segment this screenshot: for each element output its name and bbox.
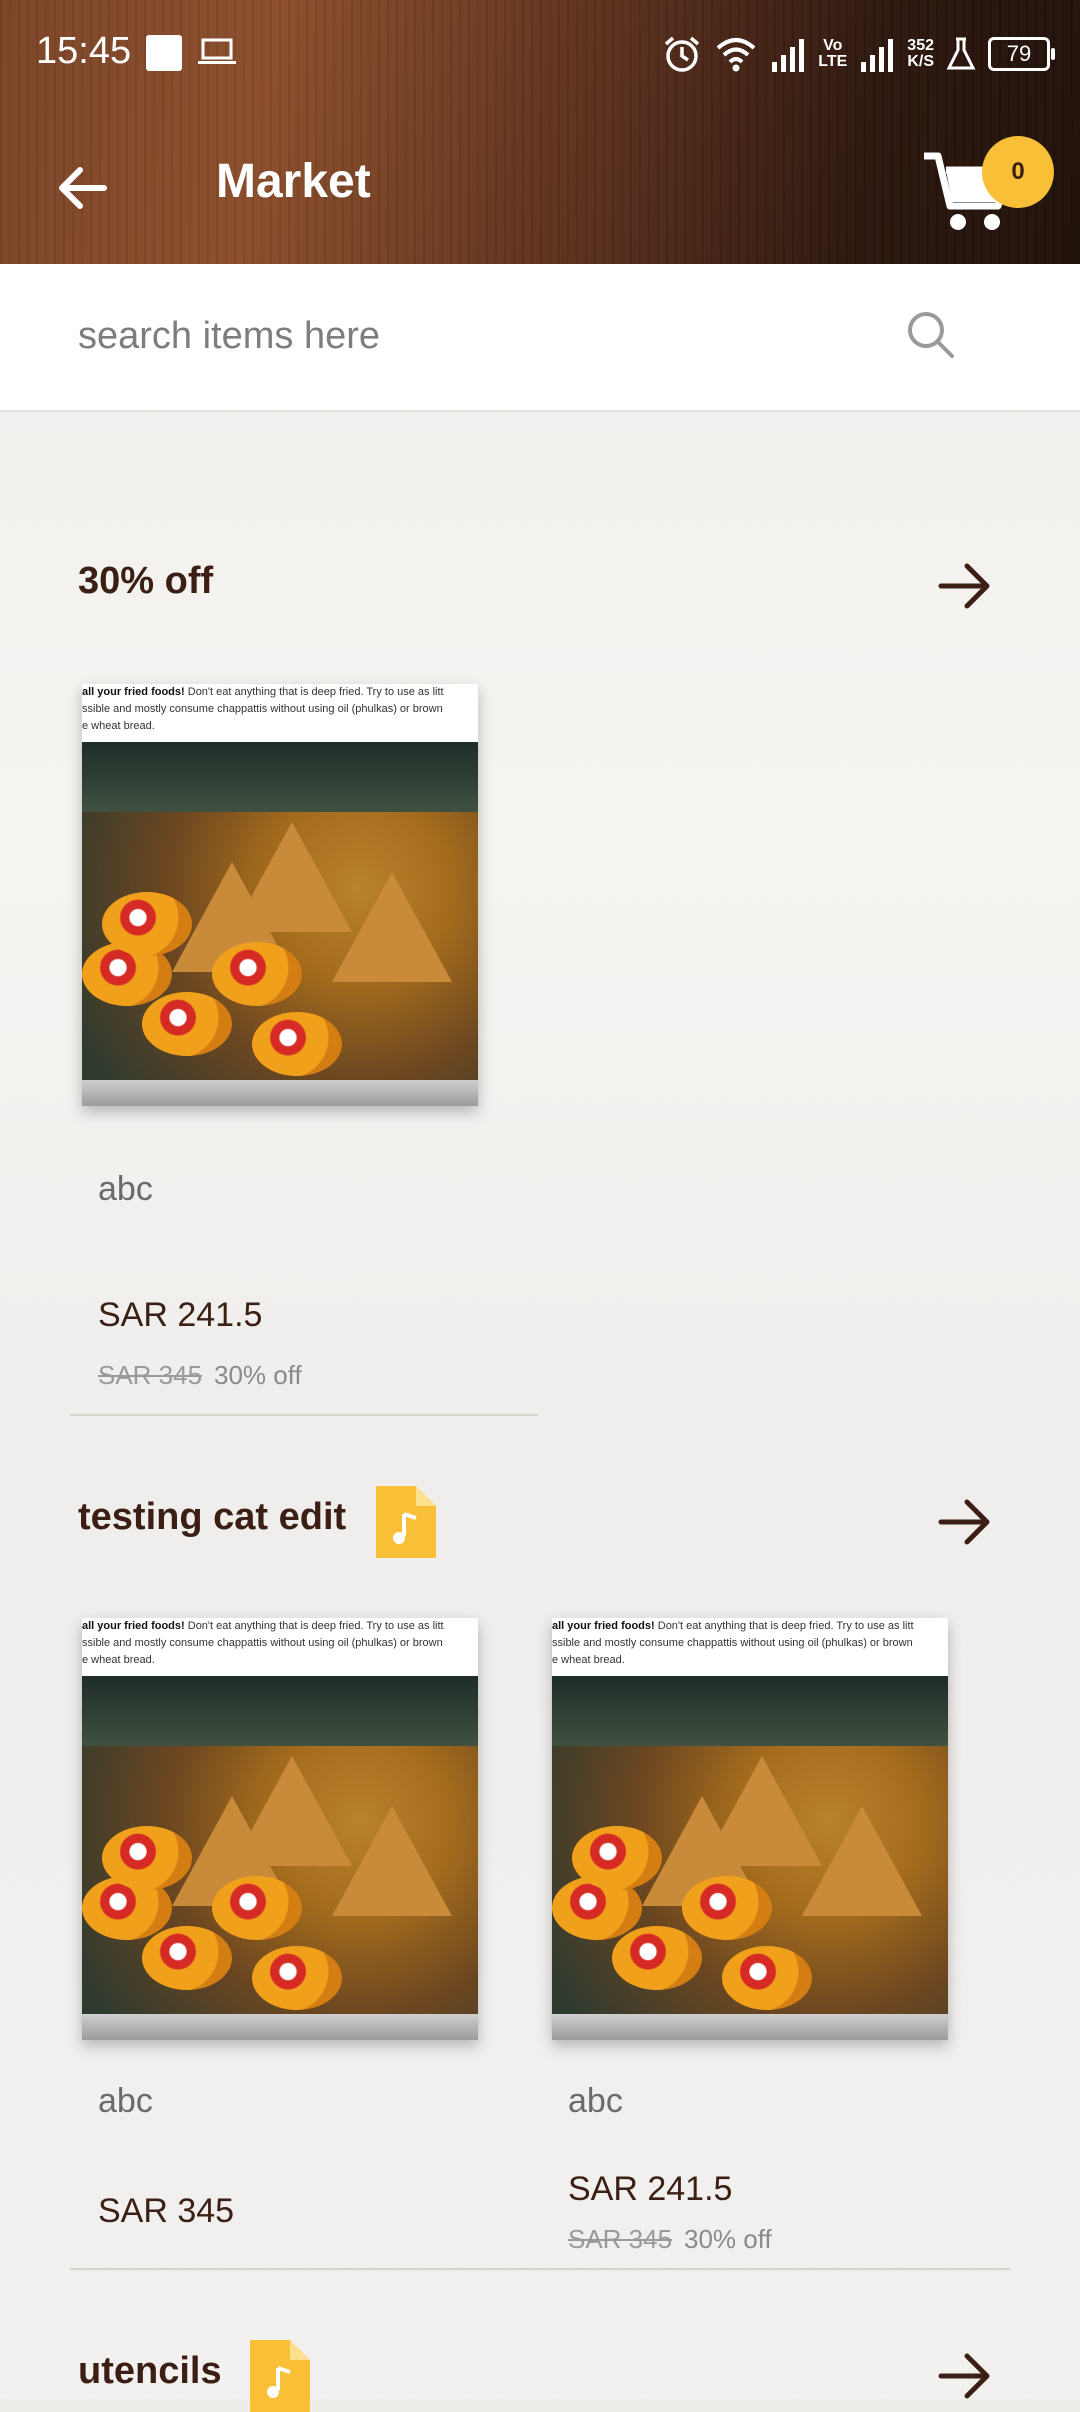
status-icons: Vo LTE 352 K/S 79	[662, 30, 1055, 78]
product-discount: 30% off	[214, 1360, 302, 1390]
net-speed: 352 K/S	[907, 38, 934, 70]
product-name: abc	[98, 2082, 153, 2120]
caption-line2: ssible and mostly consume chappattis wit…	[552, 1637, 913, 1649]
caption-bold: all your fried foods!	[82, 1620, 185, 1632]
product-price: SAR 241.5	[568, 2170, 733, 2208]
product-old-price: SAR 345	[98, 1360, 203, 1390]
caption-bold: all your fried foods!	[552, 1620, 655, 1632]
caption-bold: all your fried foods!	[82, 686, 185, 698]
section-title-30-off: 30% off	[78, 560, 214, 602]
notification-square-icon	[146, 35, 182, 71]
section-arrow-icon[interactable]	[935, 1492, 995, 1552]
volte-top: Vo	[823, 37, 843, 54]
page-title: Market	[216, 155, 371, 208]
product-discount: 30% off	[684, 2224, 772, 2254]
flask-icon	[946, 37, 976, 70]
status-bar: 15:45 Vo LTE 352 K/S 79	[0, 0, 1080, 108]
image-caption: all your fried foods! Don't eat anything…	[82, 1618, 478, 1676]
divider	[70, 2268, 1010, 2270]
caption-line2: ssible and mostly consume chappattis wit…	[82, 1637, 443, 1649]
caption-line2: ssible and mostly consume chappattis wit…	[82, 703, 443, 715]
product-image[interactable]: all your fried foods! Don't eat anything…	[552, 1618, 948, 2040]
product-name: abc	[98, 1170, 153, 1208]
app-header: 15:45 Vo LTE 352 K/S 79 Market 0	[0, 0, 1080, 264]
product-price: SAR 241.5	[98, 1296, 263, 1334]
food-photo	[552, 1676, 948, 2040]
caption-line1: Don't eat anything that is deep fried. T…	[184, 1620, 444, 1632]
food-photo	[82, 1676, 478, 2040]
caption-line3: e wheat bread.	[82, 1654, 155, 1666]
wifi-icon	[716, 38, 756, 72]
cart-count-badge: 0	[982, 136, 1054, 208]
caption-line3: e wheat bread.	[82, 720, 155, 732]
section-arrow-icon[interactable]	[935, 2346, 995, 2406]
product-name: abc	[568, 2082, 623, 2120]
caption-line3: e wheat bread.	[552, 1654, 625, 1666]
section-arrow-icon[interactable]	[935, 556, 995, 616]
image-caption: all your fried foods! Don't eat anything…	[82, 684, 478, 742]
caption-line1: Don't eat anything that is deep fried. T…	[184, 686, 444, 698]
caption-line1: Don't eat anything that is deep fried. T…	[654, 1620, 914, 1632]
image-caption: all your fried foods! Don't eat anything…	[552, 1618, 948, 1676]
signal-icon-1	[772, 39, 805, 72]
signal-icon-2	[861, 39, 894, 72]
divider	[70, 1414, 538, 1416]
status-time: 15:45	[36, 30, 132, 72]
volte-bottom: LTE	[818, 53, 848, 70]
product-old-price: SAR 345	[568, 2224, 673, 2254]
search-input[interactable]	[76, 294, 840, 378]
alarm-icon	[665, 36, 700, 72]
net-speed-value: 352	[907, 37, 934, 54]
food-photo	[82, 742, 478, 1106]
battery-indicator: 79	[988, 37, 1055, 71]
back-arrow-icon[interactable]	[52, 156, 116, 220]
laptop-icon	[198, 38, 236, 64]
audio-file-icon	[376, 1486, 436, 1558]
product-price: SAR 345	[98, 2192, 235, 2230]
volte-indicator: Vo LTE	[818, 38, 847, 70]
product-image[interactable]: all your fried foods! Don't eat anything…	[82, 684, 478, 1106]
section-title-testing-cat-edit: testing cat edit	[78, 1496, 347, 1538]
search-icon[interactable]	[904, 308, 956, 360]
audio-file-icon	[250, 2340, 310, 2412]
section-title-utencils: utencils	[78, 2350, 222, 2392]
net-speed-unit: K/S	[907, 53, 934, 70]
product-image[interactable]: all your fried foods! Don't eat anything…	[82, 1618, 478, 2040]
